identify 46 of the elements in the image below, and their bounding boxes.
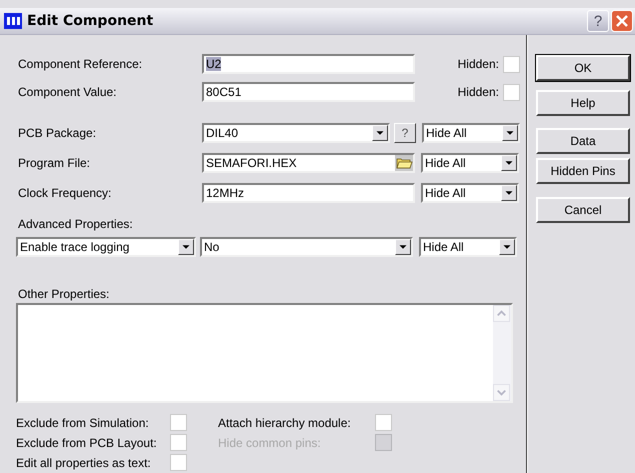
- visibility-dropdown[interactable]: Hide All: [421, 153, 519, 173]
- property-label: Program File:: [17, 156, 92, 170]
- option-label: Attach hierarchy module:: [218, 416, 352, 430]
- dialog-button[interactable]: Help: [536, 90, 630, 116]
- package-help-button[interactable]: ?: [394, 123, 416, 143]
- scroll-up-icon[interactable]: [493, 305, 510, 322]
- dialog-button[interactable]: Cancel: [536, 197, 630, 223]
- section-label: Advanced Properties:: [17, 217, 134, 233]
- text-field[interactable]: 80C51: [202, 82, 415, 102]
- package-dropdown[interactable]: DIL40: [202, 123, 390, 143]
- hidden-label: Hidden:: [458, 85, 499, 99]
- folder-icon[interactable]: [395, 155, 413, 171]
- window-title: Edit Component: [27, 13, 154, 29]
- hidden-label: Hidden:: [458, 57, 499, 71]
- text-field[interactable]: U2: [202, 54, 415, 74]
- option-label: Exclude from PCB Layout:: [16, 436, 158, 450]
- value-dropdown[interactable]: No: [200, 237, 413, 257]
- text-field[interactable]: 12MHz: [202, 183, 415, 203]
- app-logo-icon: [4, 13, 22, 29]
- visibility-dropdown[interactable]: Hide All: [422, 123, 520, 143]
- property-dropdown[interactable]: Enable trace logging: [16, 237, 196, 257]
- help-button[interactable]: ?: [587, 10, 609, 32]
- vertical-scrollbar[interactable]: [493, 305, 511, 401]
- field-label: Component Value:: [17, 85, 118, 99]
- properties-text-area[interactable]: [16, 303, 513, 403]
- close-icon[interactable]: [611, 10, 633, 32]
- file-field[interactable]: SEMAFORI.HEX: [202, 153, 415, 173]
- option-checkbox[interactable]: [375, 414, 392, 431]
- visibility-dropdown[interactable]: Hide All: [419, 237, 517, 257]
- option-label: Exclude from Simulation:: [16, 416, 150, 430]
- scroll-down-icon[interactable]: [493, 384, 510, 401]
- option-checkbox[interactable]: [170, 434, 187, 451]
- option-checkbox[interactable]: [170, 454, 187, 471]
- property-label: Clock Frequency:: [17, 186, 112, 200]
- dialog-button[interactable]: Data: [536, 128, 630, 154]
- dialog-button[interactable]: Hidden Pins: [536, 158, 630, 184]
- option-checkbox[interactable]: [170, 414, 187, 431]
- option-label: Edit all properties as text:: [16, 456, 152, 470]
- section-label: Other Properties:: [17, 287, 110, 301]
- property-label: PCB Package:: [17, 126, 98, 140]
- option-label: Hide common pins:: [218, 436, 322, 450]
- hidden-checkbox[interactable]: [503, 56, 520, 72]
- hidden-checkbox[interactable]: [503, 84, 520, 100]
- field-label: Component Reference:: [17, 57, 144, 71]
- dialog-button[interactable]: OK: [536, 55, 630, 81]
- visibility-dropdown[interactable]: Hide All: [421, 183, 519, 203]
